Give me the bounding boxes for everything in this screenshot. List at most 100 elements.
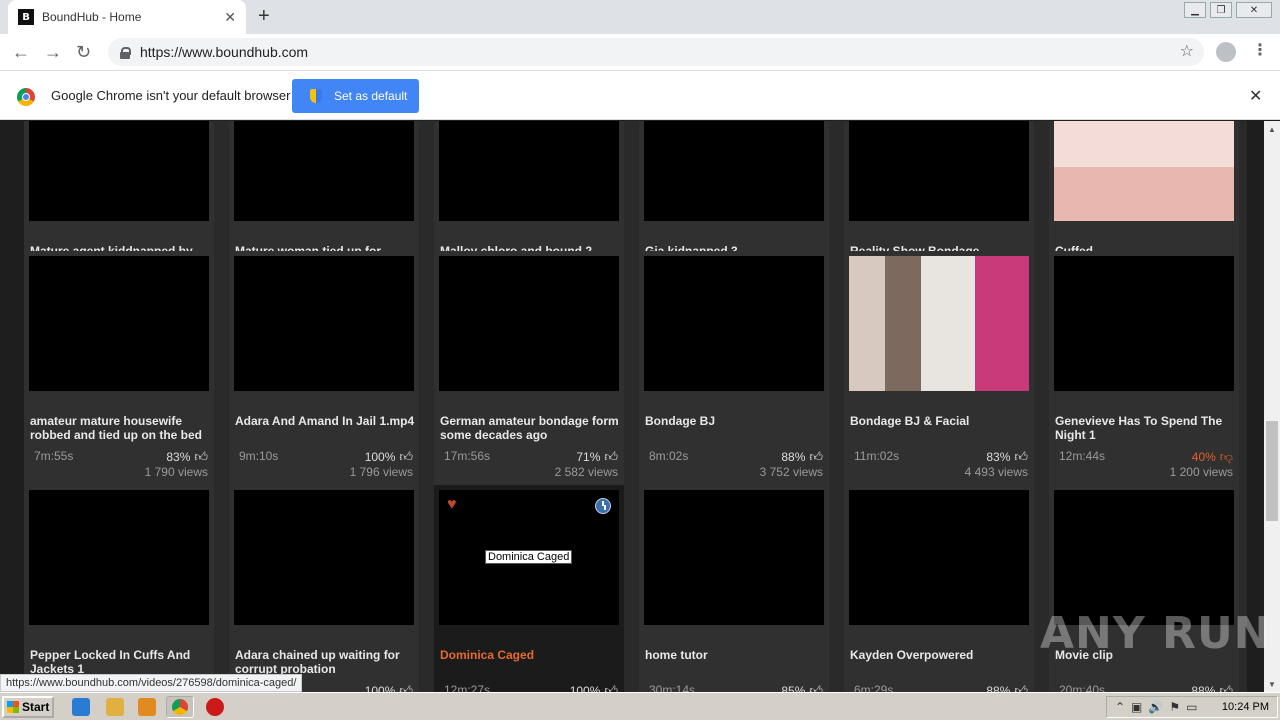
video-card[interactable]: Bondage BJ 8m:02s 88% 👍︎ 3 752 views — [639, 251, 829, 485]
video-card[interactable]: Adara And Amand In Jail 1.mp4 9m:10s 100% 👍… — [229, 251, 419, 485]
tab-close-icon[interactable]: ✕ — [224, 9, 236, 26]
video-grid: Mature agent kiddnapped by intruder12m:1… — [24, 121, 1247, 692]
internet-explorer-icon[interactable] — [72, 698, 90, 716]
rating-value: 100% — [364, 450, 396, 464]
scroll-thumb[interactable] — [1266, 421, 1278, 521]
video-title[interactable]: Dominica Caged — [440, 648, 620, 662]
video-thumbnail[interactable]: ♥ Dominica Caged — [439, 490, 619, 625]
infobar-close-icon[interactable]: ✕ — [1249, 86, 1262, 106]
minimize-button[interactable]: ▁ — [1184, 2, 1206, 18]
title-bar: B BoundHub - Home ✕ + ▁ ❐ ✕ — [0, 0, 1280, 34]
address-bar[interactable]: https://www.boundhub.com ☆ — [108, 38, 1204, 66]
menu-dots-icon[interactable]: ⋮ — [1252, 40, 1268, 60]
video-views: 2 582 views — [554, 465, 618, 479]
video-title[interactable]: Genevieve Has To Spend The Night 1 — [1055, 414, 1235, 442]
video-duration: 30m:14s — [649, 683, 696, 692]
video-title[interactable]: Adara chained up waiting for corrupt pro… — [235, 648, 415, 676]
status-bar-url: https://www.boundhub.com/videos/276598/d… — [0, 674, 303, 692]
close-window-button[interactable]: ✕ — [1236, 2, 1272, 18]
thumbs-down-icon: 👎︎ — [1219, 449, 1233, 464]
media-player-icon[interactable] — [138, 698, 156, 716]
video-thumbnail[interactable] — [644, 256, 824, 391]
video-card[interactable]: Bondage BJ & Facial 11m:02s 83% 👍︎ 4 493 vie… — [844, 251, 1034, 485]
video-rating: 71% 👍︎ — [576, 449, 618, 465]
windows-taskbar: Start ⌃▣🔊⚑▭ 10:24 PM — [0, 692, 1280, 720]
video-duration: 12m:27s — [444, 683, 491, 692]
video-thumbnail[interactable] — [849, 490, 1029, 625]
video-rating: 83% 👍︎ — [166, 449, 208, 465]
video-card[interactable]: amateur mature housewife robbed and tied… — [24, 251, 214, 485]
video-title[interactable]: Pepper Locked In Cuffs And Jackets 1 — [30, 648, 210, 676]
site-favicon-icon: B — [18, 9, 34, 25]
profile-avatar-icon[interactable] — [1216, 42, 1236, 62]
video-card[interactable]: Movie clip20m:40s88%👍︎2 807 views — [1049, 485, 1239, 692]
back-arrow-icon[interactable]: ← — [12, 42, 30, 63]
reload-icon[interactable]: ↻ — [76, 42, 91, 63]
set-as-default-button[interactable]: Set as default — [292, 79, 419, 113]
rating-value: 85% — [781, 684, 806, 692]
video-title[interactable]: amateur mature housewife robbed and tied… — [30, 414, 210, 442]
watch-later-clock-icon[interactable] — [595, 498, 611, 514]
chrome-taskbar-button[interactable] — [166, 696, 194, 718]
lock-icon[interactable] — [120, 46, 131, 59]
page-scrollbar[interactable]: ▲ ▼ — [1264, 121, 1280, 692]
video-card[interactable]: ♥ Dominica Caged Dominica Caged 12m:27s 100%… — [434, 485, 624, 692]
start-button[interactable]: Start — [2, 696, 54, 718]
video-thumbnail[interactable] — [234, 121, 414, 221]
video-thumbnail[interactable] — [644, 490, 824, 625]
thumbs-up-icon: 👍︎ — [1014, 683, 1028, 692]
thumbs-up-icon: 👍︎ — [809, 449, 823, 464]
rating-value: 83% — [166, 450, 191, 464]
video-card[interactable]: German amateur bondage form some decades… — [434, 251, 624, 485]
scroll-up-arrow-icon[interactable]: ▲ — [1264, 121, 1280, 137]
video-duration: 20m:40s — [1059, 683, 1106, 692]
rating-value: 100% — [364, 684, 396, 692]
stop-sign-icon[interactable] — [206, 698, 224, 716]
video-views: 1 200 views — [1169, 465, 1233, 479]
new-tab-button[interactable]: + — [258, 5, 270, 28]
video-title[interactable]: home tutor — [645, 648, 825, 662]
video-thumbnail[interactable] — [234, 490, 414, 625]
video-card[interactable]: Kayden Overpowered6m:29s88%👍︎1 992 views — [844, 485, 1034, 692]
video-card[interactable]: Pepper Locked In Cuffs And Jackets 112m:… — [24, 485, 214, 692]
video-card[interactable]: Adara chained up waiting for corrupt pro… — [229, 485, 419, 692]
system-tray: ⌃▣🔊⚑▭ 10:24 PM — [1106, 696, 1278, 718]
video-thumbnail[interactable] — [29, 256, 209, 391]
forward-arrow-icon[interactable]: → — [44, 42, 62, 63]
restore-button[interactable]: ❐ — [1210, 2, 1232, 18]
folder-icon[interactable] — [106, 698, 124, 716]
video-thumbnail[interactable] — [849, 121, 1029, 221]
video-thumbnail[interactable] — [439, 121, 619, 221]
favorite-heart-icon[interactable]: ♥ — [447, 496, 457, 514]
scroll-down-arrow-icon[interactable]: ▼ — [1264, 676, 1280, 692]
video-thumbnail[interactable] — [644, 121, 824, 221]
video-title[interactable]: Bondage BJ & Facial — [850, 414, 1030, 428]
video-duration: 7m:55s — [34, 449, 74, 463]
video-title[interactable]: Bondage BJ — [645, 414, 825, 428]
chrome-logo-icon — [17, 88, 35, 106]
video-thumbnail[interactable] — [1054, 490, 1234, 625]
video-title[interactable]: Kayden Overpowered — [850, 648, 1030, 662]
video-thumbnail[interactable] — [29, 121, 209, 221]
tray-icons[interactable]: ⌃▣🔊⚑▭ — [1115, 700, 1203, 714]
video-card[interactable]: home tutor30m:14s85%👍︎3 364 views — [639, 485, 829, 692]
video-thumbnail[interactable] — [1054, 121, 1234, 221]
video-thumbnail[interactable] — [439, 256, 619, 391]
rating-value: 40% — [1191, 450, 1216, 464]
video-thumbnail[interactable] — [1054, 256, 1234, 391]
rating-value: 88% — [781, 450, 806, 464]
browser-toolbar: ← → ↻ https://www.boundhub.com ☆ ⋮ — [0, 34, 1280, 70]
set-as-default-label: Set as default — [334, 89, 408, 103]
video-thumbnail[interactable] — [234, 256, 414, 391]
video-title[interactable]: Adara And Amand In Jail 1.mp4 — [235, 414, 415, 428]
url-text[interactable]: https://www.boundhub.com — [140, 44, 308, 60]
title-tooltip: Dominica Caged — [485, 550, 573, 564]
video-title[interactable]: German amateur bondage form some decades… — [440, 414, 620, 442]
bookmark-star-icon[interactable]: ☆ — [1180, 41, 1194, 61]
video-thumbnail[interactable] — [849, 256, 1029, 391]
rating-value: 71% — [576, 450, 601, 464]
video-rating: 83% 👍︎ — [986, 449, 1028, 465]
video-thumbnail[interactable] — [29, 490, 209, 625]
browser-tab[interactable]: B BoundHub - Home ✕ — [8, 0, 246, 34]
video-card[interactable]: Genevieve Has To Spend The Night 1 12m:44… — [1049, 251, 1239, 485]
